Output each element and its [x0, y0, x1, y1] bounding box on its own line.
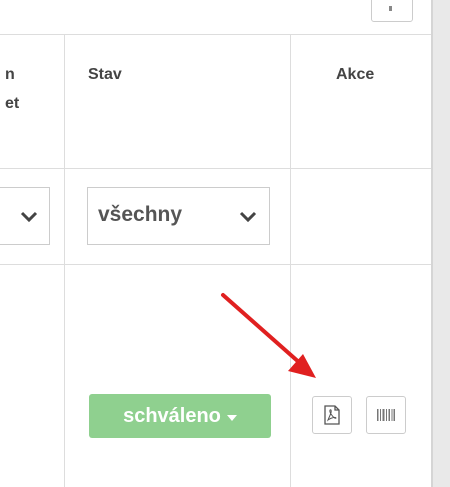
barcode-icon: [377, 409, 395, 421]
column-header-partial: n et: [5, 60, 19, 118]
header-top-border: [0, 34, 431, 35]
column-header-partial-line2: et: [5, 95, 20, 112]
top-toolbar-button-icon: [389, 6, 392, 11]
panel-edge: [433, 0, 450, 487]
top-toolbar-button[interactable]: [371, 0, 413, 22]
status-filter-value: všechny: [98, 203, 183, 226]
status-label: schváleno: [123, 404, 221, 427]
filter-row-bottom-border: [0, 264, 431, 265]
barcode-button[interactable]: [366, 396, 406, 434]
caret-down-icon: [226, 414, 237, 421]
column-divider: [290, 34, 291, 487]
panel-edge-border: [431, 0, 433, 487]
pdf-icon: [324, 405, 340, 425]
chevron-down-icon: [20, 211, 38, 223]
header-bottom-border: [0, 168, 431, 169]
pdf-button[interactable]: [312, 396, 352, 434]
chevron-down-icon: [239, 211, 257, 223]
annotation-arrow-icon: [221, 293, 316, 378]
column-header-status[interactable]: Stav: [88, 60, 122, 89]
status-dropdown-button[interactable]: schváleno: [89, 394, 271, 438]
column-divider: [64, 34, 65, 487]
column-header-partial-line1: n: [5, 66, 15, 83]
column-header-actions: Akce: [336, 66, 375, 83]
